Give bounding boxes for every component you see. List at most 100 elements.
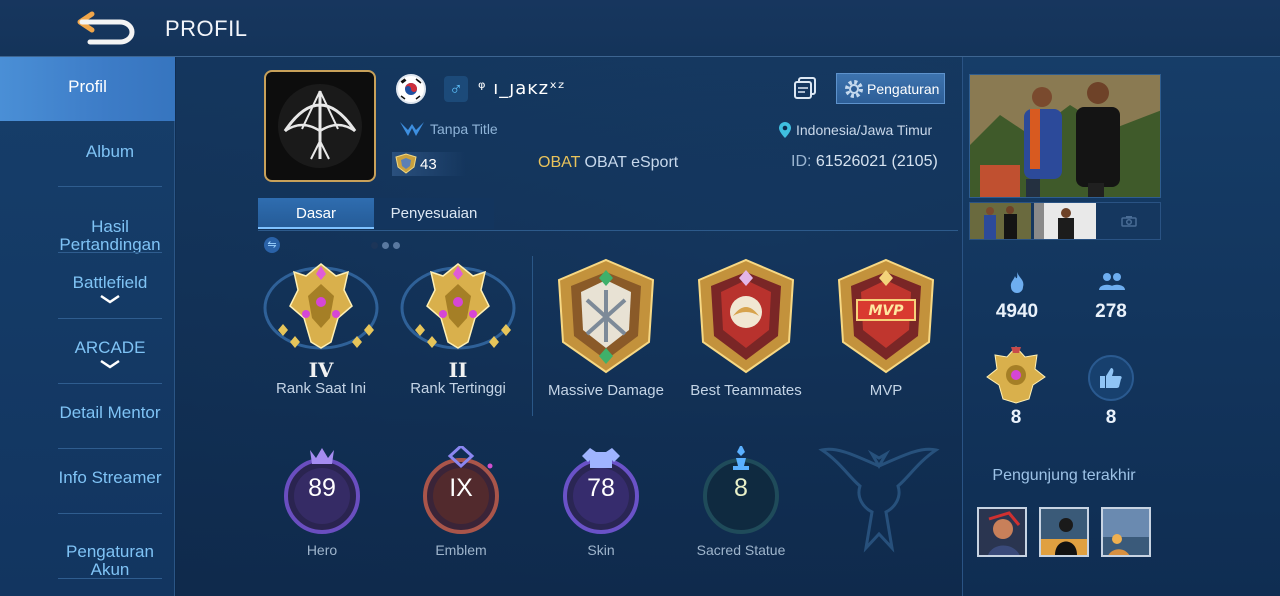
- profile-tabs: Dasar Penyesuaian: [258, 198, 494, 229]
- thumbs-up-icon: [1100, 368, 1122, 388]
- badge-mvp[interactable]: MVP MVP: [821, 256, 951, 400]
- stat-label: Skin: [587, 542, 615, 558]
- badge-massive-damage[interactable]: Massive Damage: [541, 256, 671, 400]
- sidebar-divider: [58, 383, 162, 384]
- stat-label: Sacred Statue: [696, 542, 786, 558]
- sidebar-item-label: Pengaturan Akun: [66, 542, 154, 579]
- settings-button[interactable]: Pengaturan: [836, 73, 945, 104]
- badge-label: Rank Tertinggi: [410, 380, 506, 397]
- back-button[interactable]: [76, 8, 140, 46]
- stat-skin[interactable]: 78 Skin: [536, 446, 666, 558]
- badge-label: MVP: [869, 382, 903, 399]
- page-dot: [382, 242, 389, 249]
- sidebar-item-info-streamer[interactable]: Info Streamer: [46, 469, 174, 487]
- sidebar-divider: [58, 186, 162, 187]
- player-level: 43: [392, 152, 466, 176]
- player-avatar[interactable]: [264, 70, 376, 182]
- sidebar-item-label: Battlefield: [72, 273, 148, 292]
- eagle-watermark-icon: [818, 447, 940, 553]
- sidebar-item-battlefield[interactable]: Battlefield: [46, 274, 174, 304]
- visitor-avatar[interactable]: [977, 507, 1027, 557]
- like-button[interactable]: [1088, 355, 1134, 401]
- skin-ring: 78: [556, 446, 646, 536]
- back-arrow-icon: [77, 11, 135, 45]
- tab-penyesuaian[interactable]: Penyesuaian: [374, 198, 494, 229]
- location-pin-icon: [779, 122, 791, 138]
- sidebar-divider: [58, 318, 162, 319]
- medals-value: 8: [1010, 407, 1022, 428]
- sidebar-divider: [58, 578, 162, 579]
- squad-info[interactable]: OBAT OBAT eSport: [538, 154, 678, 172]
- settings-label: Pengaturan: [867, 80, 940, 97]
- stat-value: 89: [308, 474, 336, 502]
- level-value: 43: [420, 155, 437, 173]
- page-title: PROFIL: [165, 16, 248, 41]
- tab-underline: [258, 230, 958, 231]
- stat-value: 8: [734, 474, 748, 502]
- stat-value: 78: [587, 474, 615, 502]
- hero-ring: 89: [277, 446, 367, 536]
- visitor-avatar[interactable]: [1101, 507, 1151, 557]
- sidebar-item-profil[interactable]: Profil: [0, 57, 175, 121]
- title-wing-icon: [400, 122, 424, 136]
- badge-label: Best Teammates: [690, 382, 802, 399]
- top-bar: PROFIL: [0, 0, 1280, 57]
- likes-value: 8: [1105, 407, 1117, 428]
- rank-tier: IV: [308, 358, 334, 382]
- sidebar-item-album[interactable]: Album: [46, 143, 174, 161]
- followers-value: 278: [1095, 301, 1127, 322]
- stat-emblem[interactable]: IX Emblem: [396, 443, 526, 558]
- stat-label: Hero: [306, 542, 338, 558]
- sidebar-item-pengaturan-akun[interactable]: Pengaturan Akun: [46, 525, 174, 579]
- player-id: ID: 61526021 (2105): [791, 153, 938, 171]
- tab-dasar[interactable]: Dasar: [258, 198, 374, 229]
- sidebar-divider: [58, 448, 162, 449]
- sidebar-divider: [58, 252, 162, 253]
- location-text: Indonesia/Jawa Timur: [796, 122, 933, 138]
- emblem-ring: IX: [416, 443, 506, 536]
- sidebar-item-hasil-pertandingan[interactable]: Hasil Pertandingan: [46, 200, 174, 254]
- chevron-down-icon: [100, 359, 120, 369]
- sidebar-item-label: Profil: [68, 77, 107, 96]
- album-cards-icon[interactable]: [793, 77, 817, 99]
- followers-icon: [1099, 273, 1125, 290]
- sidebar-item-detail-mentor[interactable]: Detail Mentor: [46, 404, 174, 422]
- stat-sacred-statue[interactable]: 8 Sacred Statue: [676, 444, 806, 558]
- level-shield-icon: [395, 153, 417, 174]
- statue-ring: 8: [696, 444, 786, 536]
- sidebar-item-label: ARCADE: [74, 338, 146, 357]
- badge-best-teammates[interactable]: Best Teammates: [681, 256, 811, 400]
- massive-damage-medal-icon: [557, 258, 655, 374]
- featured-photo[interactable]: [969, 74, 1161, 198]
- player-location: Indonesia/Jawa Timur: [778, 121, 932, 139]
- photo-thumbnail-strip: [969, 202, 1161, 240]
- squad-tag: OBAT: [538, 154, 581, 171]
- rank-tier: II: [448, 358, 468, 382]
- recent-visitors-title: Pengunjung terakhir: [992, 467, 1136, 484]
- badge-rank-current[interactable]: IV Rank Saat Ini: [256, 256, 386, 398]
- stat-hero[interactable]: 89 Hero: [257, 446, 387, 558]
- player-name: ᵠ ı_ȷaĸzˣᶻ: [478, 78, 566, 99]
- photo-thumbnail[interactable]: [970, 203, 1032, 239]
- mvp-medal-icon: MVP: [837, 258, 935, 374]
- page-dot: [371, 242, 378, 249]
- swap-icon[interactable]: ⇋: [264, 237, 280, 253]
- badge-divider: [532, 256, 533, 416]
- stat-label: Emblem: [435, 542, 487, 558]
- sidebar-item-arcade[interactable]: ARCADE: [46, 339, 174, 369]
- badge-rank-highest[interactable]: II Rank Tertinggi: [393, 256, 523, 398]
- sidebar-item-label: Album: [85, 142, 135, 161]
- sidebar-item-label: Hasil Pertandingan: [59, 217, 161, 254]
- stat-value: IX: [449, 474, 473, 502]
- badge-label: Rank Saat Ini: [275, 380, 367, 397]
- umbrella-logo-icon: [278, 84, 362, 168]
- chevron-down-icon: [100, 294, 120, 304]
- id-label: ID:: [791, 153, 812, 170]
- photo-thumbnail-empty[interactable]: [1099, 203, 1160, 239]
- title-text: Tanpa Title: [430, 121, 498, 137]
- sidebar-item-label: Info Streamer: [58, 468, 162, 487]
- visitor-avatar[interactable]: [1039, 507, 1089, 557]
- photo-thumbnail[interactable]: [1034, 203, 1096, 239]
- sidebar: Profil Album Hasil Pertandingan Battlefi…: [0, 57, 175, 596]
- mvp-emblem-text: MVP: [868, 303, 904, 319]
